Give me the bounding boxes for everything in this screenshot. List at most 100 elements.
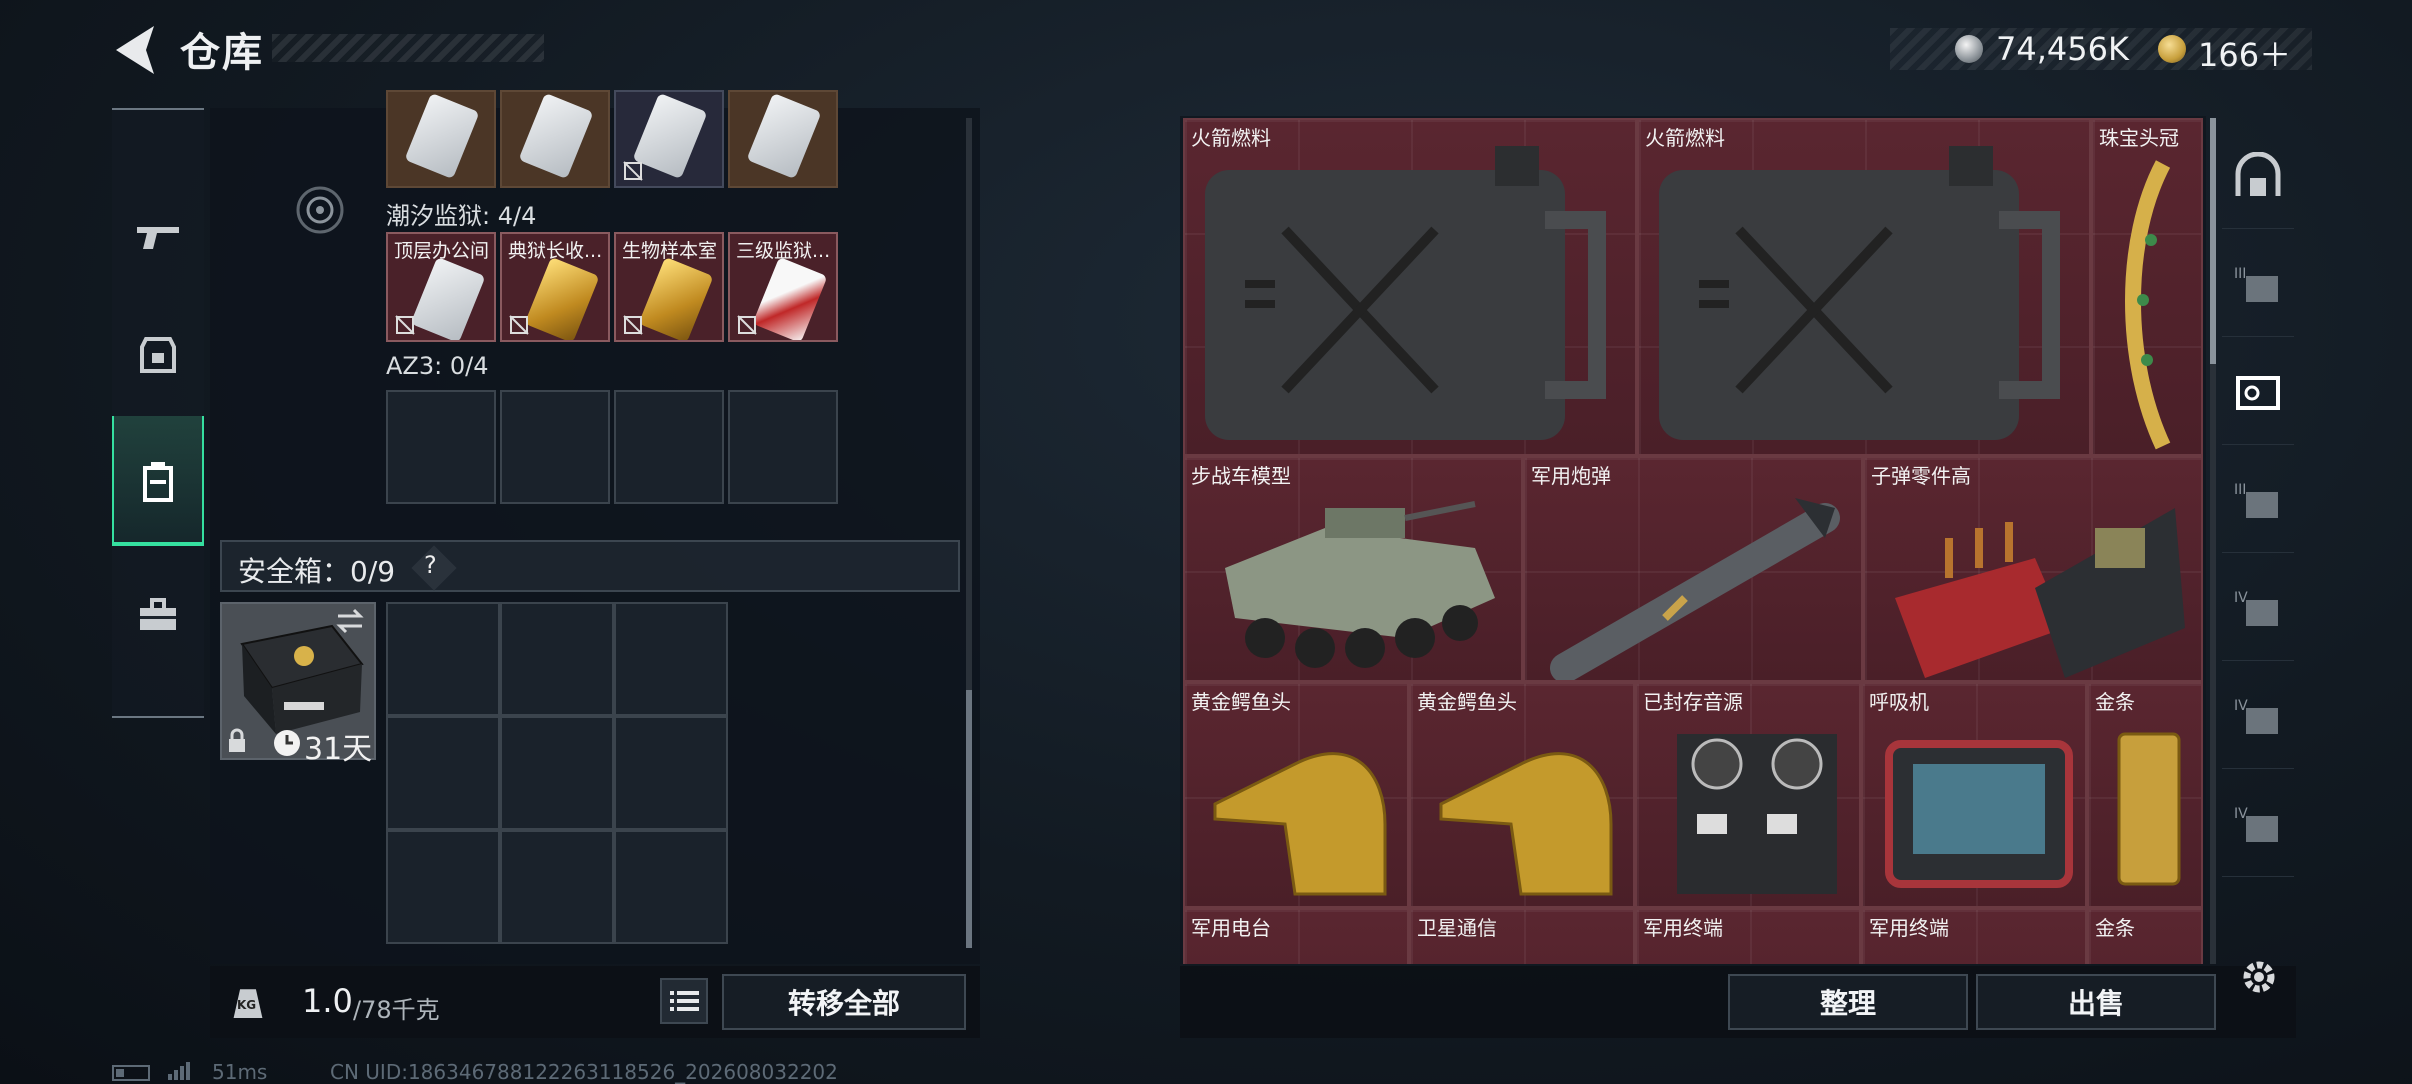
bag-tier4-icon: IV	[2234, 698, 2278, 734]
storage-tab-4b[interactable]: IV	[2222, 664, 2294, 769]
bag-tier4-icon: IV	[2234, 806, 2278, 842]
ping-label: 51ms	[212, 1060, 268, 1084]
safe-slot[interactable]	[386, 602, 500, 716]
swap-icon[interactable]	[334, 608, 366, 634]
sell-button[interactable]: 出售	[1976, 974, 2216, 1030]
storage-scroll-thumb[interactable]	[2210, 118, 2216, 364]
safe-slot[interactable]	[386, 830, 500, 944]
armor-icon	[140, 337, 176, 373]
title-decoration	[272, 34, 544, 62]
backpack-scroll-thumb[interactable]	[966, 690, 972, 948]
briefcase-icon	[140, 598, 176, 630]
safe-slot[interactable]	[500, 716, 614, 830]
back-button[interactable]	[112, 22, 160, 78]
safe-slot[interactable]	[614, 830, 728, 944]
no-entry-icon	[395, 315, 415, 335]
back-arrow-icon	[116, 26, 154, 74]
keycard-item[interactable]: 典狱长收...	[500, 232, 610, 342]
storage-item[interactable]: 火箭燃料	[1637, 118, 2091, 456]
keycard-slot[interactable]	[728, 90, 838, 188]
item-name: 已封存音源	[1643, 690, 1743, 714]
storage-item[interactable]: 火箭燃料	[1183, 118, 1637, 456]
gun-icon	[137, 227, 179, 249]
storage-item[interactable]: 金条	[2087, 682, 2203, 908]
keycard-item[interactable]: 顶层办公间	[386, 232, 496, 342]
storage-item[interactable]: 已封存音源	[1635, 682, 1861, 908]
silver-currency-value: 74,456K	[1996, 30, 2129, 68]
item-name: 金条	[2095, 916, 2135, 940]
no-entry-icon	[623, 315, 643, 335]
empty-slot[interactable]	[728, 390, 838, 504]
gold-bar-image	[2117, 732, 2181, 886]
item-name: 军用电台	[1191, 916, 1271, 940]
bag-tier3-icon: III	[2234, 482, 2278, 518]
target-icon	[296, 186, 344, 234]
keycard-slot[interactable]	[500, 90, 610, 188]
safe-slot[interactable]	[386, 716, 500, 830]
empty-slot[interactable]	[386, 390, 496, 504]
storage-item[interactable]: 卫星通信	[1409, 908, 1635, 964]
storage-item[interactable]: 珠宝头冠	[2091, 118, 2203, 456]
storage-tab-4c[interactable]: IV	[2222, 772, 2294, 877]
storage-item[interactable]: 黄金鳄鱼头	[1409, 682, 1635, 908]
item-name: 金条	[2095, 690, 2135, 714]
keycard-item[interactable]: 三级监狱...	[728, 232, 838, 342]
item-name: 卫星通信	[1417, 916, 1497, 940]
storage-item[interactable]: 军用终端	[1861, 908, 2087, 964]
category-armor[interactable]	[112, 290, 204, 420]
keycard-slot[interactable]	[614, 90, 724, 188]
storage-tab-3b[interactable]: III	[2222, 448, 2294, 553]
weight-value: 1.0	[302, 982, 353, 1020]
category-equipment[interactable]	[112, 550, 204, 680]
keycard-slot[interactable]	[386, 90, 496, 188]
item-name: 黄金鳄鱼头	[1191, 690, 1291, 714]
item-name: 黄金鳄鱼头	[1417, 690, 1517, 714]
no-entry-icon	[623, 161, 643, 181]
storage-tab-3a[interactable]: III	[2222, 232, 2294, 337]
storage-item[interactable]: 呼吸机	[1861, 682, 2087, 908]
settings-button[interactable]	[2238, 956, 2280, 998]
left-category-rail	[112, 108, 204, 718]
item-name: 呼吸机	[1869, 690, 1929, 714]
bag-tier4-icon: IV	[2234, 590, 2278, 626]
item-name: 珠宝头冠	[2099, 126, 2179, 150]
keycard-item[interactable]: 生物样本室	[614, 232, 724, 342]
storage-grid: 火箭燃料 火箭燃料 珠宝头冠 步战车模型 军用炮弹 子弹零件高 黄金鳄鱼头 黄金…	[1183, 118, 2203, 964]
storage-tab-4a[interactable]: IV	[2222, 556, 2294, 661]
category-weapons[interactable]	[112, 172, 204, 302]
weight-icon-label: KG	[237, 998, 257, 1012]
tiara-image	[2125, 160, 2171, 450]
page-title: 仓库	[180, 30, 264, 76]
safe-slot[interactable]	[614, 602, 728, 716]
category-containers[interactable]	[112, 416, 204, 546]
storage-item[interactable]: 金条	[2087, 908, 2203, 964]
storage-item[interactable]: 子弹零件高	[1863, 456, 2203, 682]
organize-button[interactable]: 整理	[1728, 974, 1968, 1030]
storage-item[interactable]: 黄金鳄鱼头	[1183, 682, 1409, 908]
storage-item[interactable]: 军用终端	[1635, 908, 1861, 964]
safe-slot[interactable]	[500, 602, 614, 716]
empty-slot[interactable]	[614, 390, 724, 504]
bag-tier3-icon: III	[2234, 266, 2278, 302]
empty-slot[interactable]	[500, 390, 610, 504]
gold-currency-value[interactable]: 166＋	[2198, 30, 2291, 76]
storage-item[interactable]: 军用炮弹	[1523, 456, 1863, 682]
list-view-button[interactable]	[660, 978, 708, 1024]
transfer-all-button[interactable]: 转移全部	[722, 974, 966, 1030]
svg-text:III: III	[2234, 482, 2246, 498]
storage-tab-home[interactable]	[2222, 124, 2294, 229]
jerrycan-image	[1659, 146, 2060, 440]
artillery-shell-image	[1550, 498, 1840, 680]
storage-item[interactable]: 步战车模型	[1183, 456, 1523, 682]
list-icon	[670, 991, 699, 1011]
silver-coin-icon	[1955, 35, 1983, 63]
gold-coin-icon	[2158, 35, 2186, 63]
safe-slot[interactable]	[500, 830, 614, 944]
lock-icon	[229, 728, 245, 752]
chaoxi-prison-label: 潮汐监狱: 4/4	[386, 202, 537, 230]
item-name: 军用终端	[1869, 916, 1949, 940]
storage-item[interactable]: 军用电台	[1183, 908, 1409, 964]
keycard-box-icon	[143, 462, 173, 502]
safe-slot[interactable]	[614, 716, 728, 830]
storage-tab-case[interactable]	[2222, 340, 2294, 445]
